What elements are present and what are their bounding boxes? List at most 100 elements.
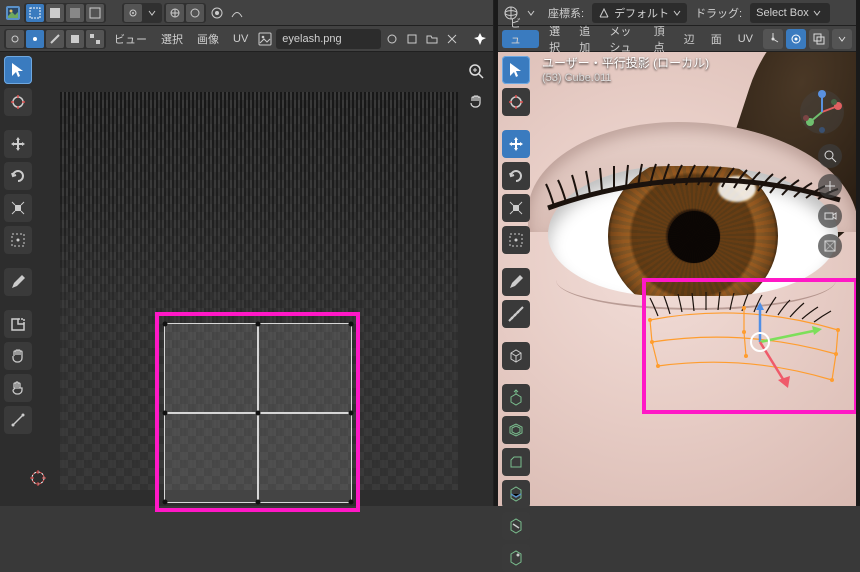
sync-select-icon[interactable] bbox=[6, 30, 24, 48]
uv-face[interactable] bbox=[165, 324, 258, 413]
tool-rip[interactable] bbox=[4, 310, 32, 338]
falloff-icon[interactable] bbox=[228, 4, 246, 22]
uv-canvas[interactable] bbox=[0, 52, 493, 506]
uv-face[interactable] bbox=[258, 413, 351, 502]
mode-menu-uv[interactable]: UV bbox=[732, 33, 759, 45]
shading-dropdown-icon[interactable] bbox=[832, 29, 852, 49]
mode-menu-mesh[interactable]: メッシュ bbox=[603, 23, 643, 55]
drag-dropdown[interactable]: Select Box bbox=[750, 3, 830, 23]
open-image-icon[interactable] bbox=[423, 30, 441, 48]
uv-vertex[interactable] bbox=[349, 322, 354, 327]
tool-select-box-3d[interactable] bbox=[502, 56, 530, 84]
tool-bevel[interactable] bbox=[502, 448, 530, 476]
perspective-nav-icon[interactable] bbox=[818, 234, 842, 258]
3d-viewport: 座標系: デフォルト ドラッグ: Select Box ビュー 選択 追加 メッ… bbox=[498, 0, 856, 506]
overlay-toggle-icon[interactable] bbox=[786, 29, 806, 49]
pivot-median-icon[interactable] bbox=[124, 4, 142, 22]
proportional-edit-icon[interactable] bbox=[208, 4, 226, 22]
mode-menu-add[interactable]: 追加 bbox=[573, 23, 599, 55]
tool-measure[interactable] bbox=[502, 300, 530, 328]
uv-mode-uv[interactable] bbox=[86, 4, 104, 22]
tool-scale[interactable] bbox=[4, 194, 32, 222]
uv-menu-image[interactable]: 画像 bbox=[191, 29, 225, 49]
selected-mesh-wire[interactable] bbox=[644, 284, 856, 404]
browse-image-icon[interactable] bbox=[383, 30, 401, 48]
viewport-canvas[interactable]: ユーザー・平行投影 (ローカル) (53) Cube.011 bbox=[498, 52, 856, 506]
right-edge[interactable] bbox=[856, 0, 860, 506]
tool-annotate[interactable] bbox=[4, 268, 32, 296]
tool-inset[interactable] bbox=[502, 416, 530, 444]
zoom-icon[interactable] bbox=[465, 60, 487, 82]
orientation-dropdown[interactable]: デフォルト bbox=[592, 3, 687, 23]
3d-editor-region[interactable]: ユーザー・平行投影 (ローカル) (53) Cube.011 bbox=[498, 52, 856, 506]
tool-move[interactable] bbox=[4, 130, 32, 158]
mode-menu-select[interactable]: 選択 bbox=[543, 23, 569, 55]
tool-relax[interactable] bbox=[4, 374, 32, 402]
pin-icon[interactable] bbox=[471, 30, 489, 48]
xray-toggle-icon[interactable] bbox=[809, 29, 829, 49]
snap-icon[interactable] bbox=[166, 4, 184, 22]
tool-cursor[interactable] bbox=[4, 88, 32, 116]
edge-select-icon[interactable] bbox=[46, 30, 64, 48]
select-mode-buttons bbox=[4, 29, 106, 49]
tool-rotate[interactable] bbox=[4, 162, 32, 190]
tool-scale-3d[interactable] bbox=[502, 194, 530, 222]
tool-cursor-3d[interactable] bbox=[502, 88, 530, 116]
mode-menu-view[interactable]: ビュー bbox=[502, 30, 539, 48]
uv-face[interactable] bbox=[258, 324, 351, 413]
editor-type-dropdown[interactable] bbox=[4, 4, 22, 22]
uv-vertex[interactable] bbox=[256, 500, 261, 505]
uv-image-editor: ビュー 選択 画像 UV eyelash.png bbox=[0, 0, 494, 506]
show-gizmo-icon[interactable] bbox=[763, 29, 783, 49]
uv-menu-uv[interactable]: UV bbox=[227, 29, 254, 49]
uv-toolbar bbox=[4, 56, 32, 434]
island-select-icon[interactable] bbox=[86, 30, 104, 48]
uv-vertex[interactable] bbox=[163, 322, 168, 327]
mode-menu-face[interactable]: 面 bbox=[705, 31, 728, 47]
uv-menu-select[interactable]: 選択 bbox=[155, 29, 189, 49]
unlink-image-icon[interactable] bbox=[443, 30, 461, 48]
image-datablock-icon[interactable] bbox=[256, 30, 274, 48]
nav-gizmo[interactable] bbox=[798, 88, 846, 136]
tool-transform-3d[interactable] bbox=[502, 226, 530, 254]
uv-vertex[interactable] bbox=[349, 500, 354, 505]
uv-editor-region[interactable] bbox=[0, 52, 493, 506]
uv-vertex[interactable] bbox=[256, 411, 261, 416]
tool-grab[interactable] bbox=[4, 342, 32, 370]
uv-menu-view[interactable]: ビュー bbox=[108, 29, 153, 49]
uv-mode-buttons bbox=[24, 3, 106, 23]
mode-menu-edge[interactable]: 辺 bbox=[678, 31, 701, 47]
camera-nav-icon[interactable] bbox=[818, 204, 842, 228]
snap-target-icon[interactable] bbox=[186, 4, 204, 22]
tool-pinch[interactable] bbox=[4, 406, 32, 434]
new-image-icon[interactable] bbox=[403, 30, 421, 48]
2d-cursor[interactable] bbox=[28, 468, 48, 488]
tool-extrude[interactable] bbox=[502, 384, 530, 412]
zoom-nav-icon[interactable] bbox=[818, 144, 842, 168]
uv-vertex[interactable] bbox=[163, 411, 168, 416]
tool-select-box[interactable] bbox=[4, 56, 32, 84]
uv-vertex[interactable] bbox=[256, 322, 261, 327]
hand-pan-icon[interactable] bbox=[465, 90, 487, 112]
uv-face[interactable] bbox=[165, 413, 258, 502]
tool-loopcut[interactable] bbox=[502, 480, 530, 508]
face-select-icon[interactable] bbox=[66, 30, 84, 48]
tool-polybuild[interactable] bbox=[502, 544, 530, 572]
tool-transform[interactable] bbox=[4, 226, 32, 254]
tool-move-3d[interactable] bbox=[502, 130, 530, 158]
uv-mode-mask[interactable] bbox=[66, 4, 84, 22]
vertex-select-icon[interactable] bbox=[26, 30, 44, 48]
uv-mode-paint[interactable] bbox=[46, 4, 64, 22]
tool-annotate-3d[interactable] bbox=[502, 268, 530, 296]
tool-add-cube[interactable] bbox=[502, 342, 530, 370]
tool-knife[interactable] bbox=[502, 512, 530, 540]
chevron-down-icon[interactable] bbox=[143, 4, 161, 22]
uv-mode-view[interactable] bbox=[26, 4, 44, 22]
image-name-field[interactable]: eyelash.png bbox=[276, 29, 381, 49]
uv-vertex[interactable] bbox=[163, 500, 168, 505]
uv-vertex[interactable] bbox=[349, 411, 354, 416]
pan-nav-icon[interactable] bbox=[818, 174, 842, 198]
tool-rotate-3d[interactable] bbox=[502, 162, 530, 190]
mode-menu-vertex[interactable]: 頂点 bbox=[648, 23, 674, 55]
uv-faces[interactable] bbox=[165, 324, 351, 502]
